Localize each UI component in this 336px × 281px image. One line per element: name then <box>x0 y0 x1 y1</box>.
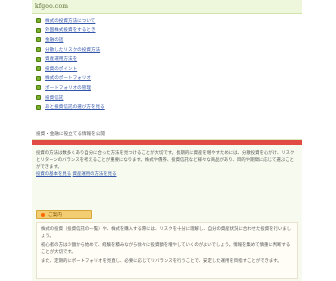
page-root: kfgoo.com 株式の投資方法について 外国株式投資をするとき 金融の話 分… <box>0 0 336 281</box>
menu-item-label[interactable]: あと投資信託の選び方を見る <box>45 104 105 110</box>
square-bullet-icon <box>36 85 41 91</box>
accent-divider <box>32 140 302 145</box>
header-bar: kfgoo.com <box>32 0 302 14</box>
menu-item-label[interactable]: 投資信託 <box>45 95 63 101</box>
panel-paragraph: 初心者の方は少額から始めて、経験を積みながら徐々に投資額を増やしていくのがよいで… <box>41 243 291 255</box>
menu-item[interactable]: 投資信託 <box>34 93 300 103</box>
menu-item[interactable]: 資産運用方法を <box>34 54 300 64</box>
menu-item-label[interactable]: 分散したリスクの投資方法 <box>45 47 100 53</box>
panel-paragraph: また、定期的にポートフォリオを見直し、必要に応じてリバランスを行うことで、安定し… <box>41 259 282 264</box>
section-tag: ご案内 <box>36 210 92 219</box>
menu-item[interactable]: 株式の投資方法について <box>34 16 300 26</box>
site-title[interactable]: kfgoo.com <box>35 3 68 10</box>
square-bullet-icon <box>36 104 41 110</box>
panel-paragraph: 株式の投資（投資信託の一覧）や、株式を購入する際には、リスクを十分に理解し、自分… <box>41 227 292 239</box>
square-bullet-icon <box>36 18 41 24</box>
intro-text: 投資の方法は数多くあり自分に合った方法を見つけることが大切です。長期的に資産を増… <box>36 150 298 178</box>
nav-menu: 株式の投資方法について 外国株式投資をするとき 金融の話 分散したリスクの投資方… <box>34 16 300 112</box>
menu-item[interactable]: 外国株式投資をするとき <box>34 26 300 36</box>
menu-item-label[interactable]: 外国株式投資をするとき <box>45 27 96 33</box>
menu-item-label[interactable]: 投資のポイント <box>45 66 77 72</box>
square-bullet-icon <box>36 27 41 33</box>
square-bullet-icon <box>36 95 41 101</box>
menu-item[interactable]: ポートフォリオの管理 <box>34 83 300 93</box>
square-bullet-icon <box>36 56 41 62</box>
content-link[interactable]: 投資の基本を見る <box>36 172 71 177</box>
notice-text: 投資・金融に役立てる情報を公開 <box>36 132 105 137</box>
info-panel: 株式の投資（投資信託の一覧）や、株式を購入する際には、リスクを十分に理解し、自分… <box>36 222 298 279</box>
menu-item[interactable]: 金融の話 <box>34 35 300 45</box>
section-tag-label: ご案内 <box>48 212 62 218</box>
menu-item[interactable]: 投資のポイント <box>34 64 300 74</box>
dot-icon <box>41 212 45 217</box>
menu-item-label[interactable]: 資産運用方法を <box>45 56 77 62</box>
menu-item[interactable]: あと投資信託の選び方を見る <box>34 102 300 112</box>
square-bullet-icon <box>36 47 41 53</box>
content-link[interactable]: 資産運用の方法を見る <box>73 172 117 177</box>
square-bullet-icon <box>36 66 41 72</box>
menu-item-label[interactable]: 株式の投資方法について <box>45 18 95 24</box>
square-bullet-icon <box>36 37 41 43</box>
intro-paragraph: 投資の方法は数多くあり自分に合った方法を見つけることが大切です。長期的に資産を増… <box>36 151 295 170</box>
square-bullet-icon <box>36 75 41 81</box>
menu-item[interactable]: 株式のポートフォリオ <box>34 74 300 84</box>
menu-item-label[interactable]: 金融の話 <box>45 37 63 43</box>
menu-item-label[interactable]: 株式のポートフォリオ <box>45 75 91 81</box>
menu-item[interactable]: 分散したリスクの投資方法 <box>34 45 300 55</box>
content-area: 投資の方法は数多くあり自分に合った方法を見つけることが大切です。長期的に資産を増… <box>32 139 302 281</box>
menu-item-label[interactable]: ポートフォリオの管理 <box>45 85 91 91</box>
